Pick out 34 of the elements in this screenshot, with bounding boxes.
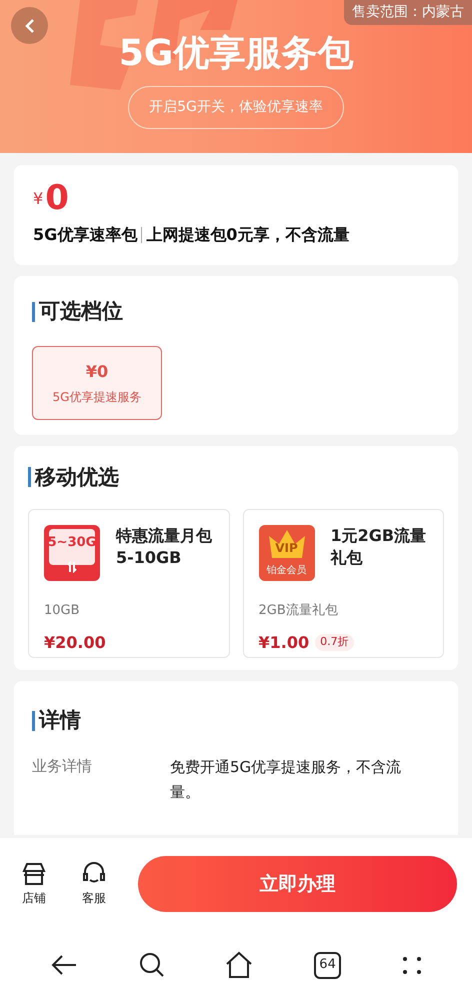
- chevron-left-icon: [22, 18, 36, 34]
- product-price: ¥20.00: [44, 632, 106, 654]
- back-button[interactable]: [11, 7, 48, 44]
- data-pack-icon: 5~30G: [44, 525, 100, 581]
- store-button[interactable]: 店铺: [14, 861, 54, 907]
- price-value: 0: [45, 181, 69, 215]
- sales-area-label: 售卖范围：内蒙古: [344, 0, 472, 25]
- store-icon: [21, 861, 47, 887]
- price-currency: ¥: [33, 188, 44, 210]
- detail-value: 免费开通5G优享提速服务，不含流量。: [170, 756, 402, 802]
- service-button[interactable]: 客服: [74, 861, 114, 907]
- back-arrow-icon[interactable]: [50, 953, 78, 977]
- banner-subtitle: 开启5G开关，体验优享速率: [128, 86, 344, 129]
- product-card[interactable]: 5~30G 特惠流量月包5-10GB 10GB ¥20.00: [28, 509, 230, 658]
- product-price: ¥1.00: [258, 632, 310, 654]
- product-spec: 10GB: [44, 602, 81, 620]
- menu-icon[interactable]: [402, 955, 422, 975]
- package-name: 5G优享速率包: [33, 224, 138, 246]
- product-title: 1元2GB流量礼包: [330, 525, 428, 569]
- detail-label: 业务详情: [32, 756, 93, 776]
- apply-button[interactable]: 立即办理: [138, 856, 457, 912]
- product-card[interactable]: VIP 铂金会员 1元2GB流量礼包 2GB流量礼包 ¥1.00 0.7折: [242, 509, 444, 658]
- vip-crown-icon: VIP 铂金会员: [258, 525, 314, 581]
- section-title: 移动优选: [35, 464, 119, 490]
- product-title: 特惠流量月包5-10GB: [116, 525, 213, 569]
- home-icon[interactable]: [225, 951, 254, 979]
- banner-title: 5G优享服务包: [118, 36, 354, 72]
- tabs-button[interactable]: 64: [314, 952, 342, 978]
- section-title: 详情: [39, 707, 81, 734]
- discount-tag: 0.7折: [315, 634, 354, 651]
- section-title: 可选档位: [39, 298, 123, 325]
- package-description: 上网提速包0元享，不含流量: [146, 224, 350, 246]
- search-icon[interactable]: [138, 952, 165, 978]
- product-spec: 2GB流量礼包: [258, 602, 339, 620]
